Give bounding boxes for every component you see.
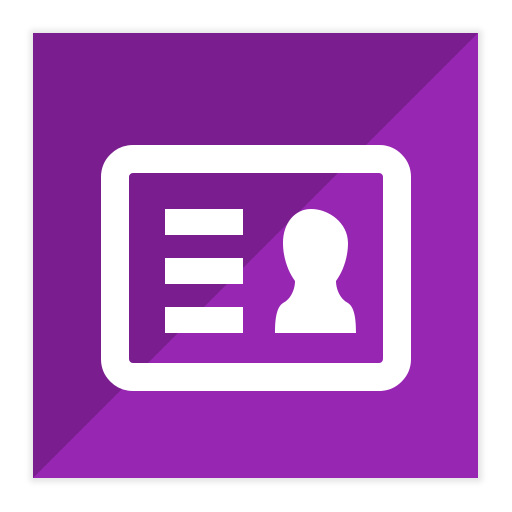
card-line-1 xyxy=(165,209,243,235)
app-tile xyxy=(33,33,478,478)
app-icon-canvas xyxy=(0,0,512,512)
card-line-3 xyxy=(165,307,243,333)
card-line-2 xyxy=(165,258,243,284)
contact-card-icon xyxy=(33,33,478,478)
